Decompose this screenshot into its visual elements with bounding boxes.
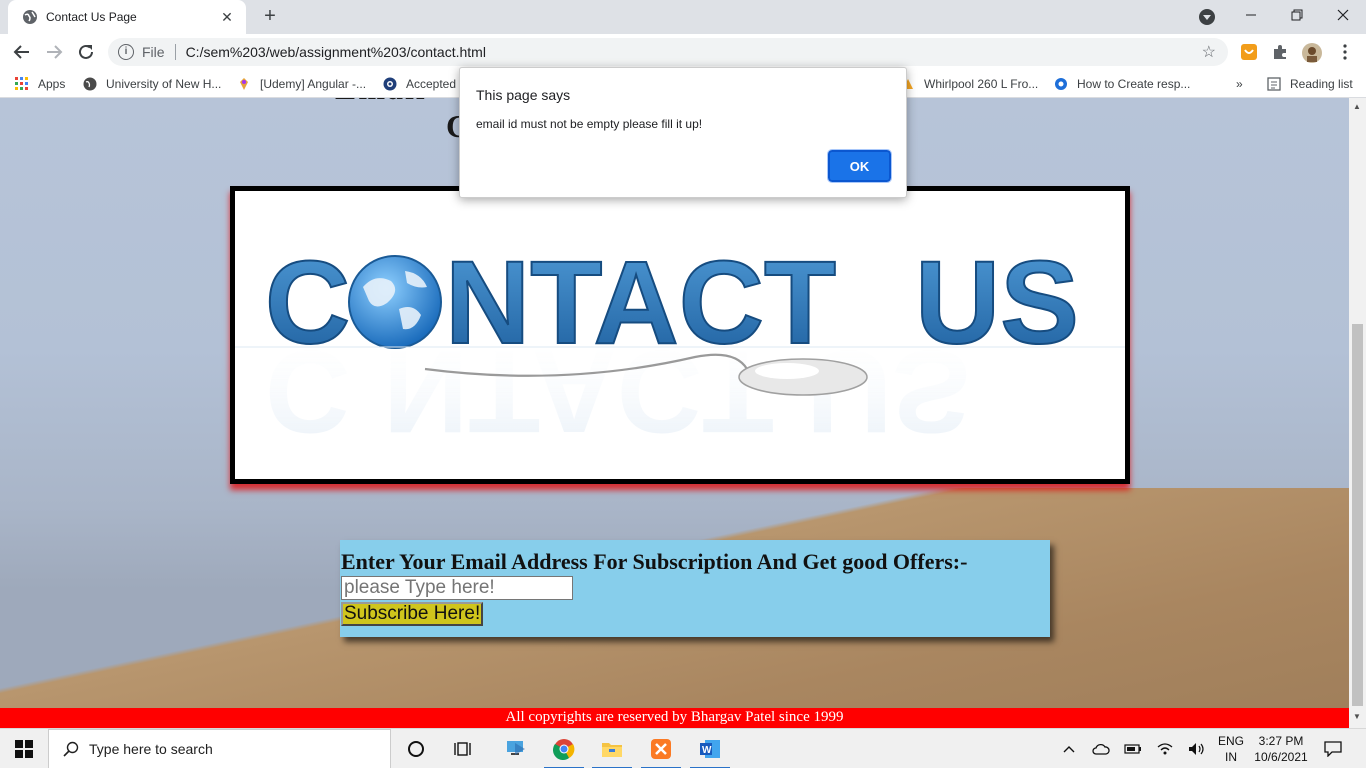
onedrive-icon[interactable] bbox=[1090, 729, 1112, 768]
minimize-button[interactable] bbox=[1237, 4, 1265, 28]
forward-arrow-icon[interactable] bbox=[42, 40, 66, 64]
restore-button[interactable] bbox=[1283, 4, 1311, 28]
new-tab-button[interactable]: + bbox=[258, 5, 282, 29]
bookmark-label: [Udemy] Angular -... bbox=[260, 77, 367, 91]
clock-date: 10/6/2021 bbox=[1254, 750, 1308, 764]
tab-strip: Contact Us Page ✕ + bbox=[0, 0, 1366, 34]
battery-icon[interactable] bbox=[1122, 729, 1144, 768]
search-icon bbox=[63, 741, 79, 757]
contact-us-banner: C NTACT US C NTACT US bbox=[230, 186, 1130, 484]
language-top: ENG bbox=[1217, 734, 1244, 748]
close-tab-icon[interactable]: ✕ bbox=[218, 9, 236, 26]
wifi-icon[interactable] bbox=[1154, 729, 1176, 768]
chrome-menu-icon[interactable] bbox=[1336, 43, 1354, 61]
bookmark-whirlpool[interactable]: Whirlpool 260 L Fro... bbox=[900, 75, 1038, 93]
alert-dialog: This page says email id must not be empt… bbox=[459, 67, 907, 198]
taskbar-search-box[interactable]: Type here to search bbox=[48, 729, 391, 768]
globe-icon bbox=[348, 255, 442, 349]
tab-contact-us[interactable]: Contact Us Page ✕ bbox=[8, 0, 246, 34]
language-bottom: IN bbox=[1225, 750, 1237, 764]
dialog-title: This page says bbox=[476, 87, 571, 103]
xampp-icon[interactable] bbox=[637, 729, 685, 768]
back-arrow-icon[interactable] bbox=[10, 40, 34, 64]
bookmark-university[interactable]: University of New H... bbox=[82, 75, 221, 93]
reading-list-label: Reading list bbox=[1290, 77, 1353, 91]
bookmarks-overflow-button[interactable]: » bbox=[1236, 75, 1243, 93]
reload-icon[interactable] bbox=[74, 40, 98, 64]
bookmark-label: University of New H... bbox=[106, 77, 222, 91]
globe-icon bbox=[22, 9, 38, 25]
reading-list-icon bbox=[1266, 76, 1282, 92]
clock[interactable]: 3:27 PM 10/6/2021 bbox=[1252, 733, 1310, 765]
url-scheme: File bbox=[142, 44, 165, 60]
mouse-highlight bbox=[755, 363, 819, 379]
subscribe-button[interactable]: Subscribe Here! bbox=[341, 602, 484, 626]
windows-taskbar: Type here to search W ENG IN 3:27 PM 10/ bbox=[0, 728, 1366, 768]
svg-text:W: W bbox=[702, 745, 712, 756]
url-text[interactable]: C:/sem%203/web/assignment%203/contact.ht… bbox=[186, 44, 1202, 60]
dialog-ok-button[interactable]: OK bbox=[827, 149, 892, 183]
apps-grid-icon bbox=[14, 76, 30, 92]
compass-icon bbox=[382, 76, 398, 92]
task-view-icon[interactable] bbox=[440, 729, 488, 768]
dialog-message: email id must not be empty please fill i… bbox=[476, 117, 703, 131]
notification-icon[interactable] bbox=[1318, 729, 1348, 768]
bookmark-star-icon[interactable]: ☆ bbox=[1202, 42, 1216, 62]
bookmark-udemy-angular[interactable]: [Udemy] Angular -... bbox=[236, 75, 366, 93]
banner-letters-ntact: NTACT bbox=[445, 237, 836, 369]
info-icon[interactable]: i bbox=[118, 44, 134, 60]
scroll-thumb[interactable] bbox=[1352, 324, 1363, 706]
taskbar-search-placeholder: Type here to search bbox=[89, 741, 213, 757]
banner-letters-us: US bbox=[915, 237, 1079, 369]
browser-toolbar: i File C:/sem%203/web/assignment%203/con… bbox=[0, 34, 1366, 70]
volume-icon[interactable] bbox=[1186, 729, 1208, 768]
subscription-box: Enter Your Email Address For Subscriptio… bbox=[340, 540, 1050, 637]
desktop-app-icon[interactable] bbox=[492, 729, 540, 768]
edge-blue-icon bbox=[1053, 76, 1069, 92]
tab-title: Contact Us Page bbox=[46, 10, 137, 24]
chrome-taskbar-icon[interactable] bbox=[540, 729, 588, 768]
file-explorer-icon[interactable] bbox=[588, 729, 636, 768]
extensions-puzzle-icon[interactable] bbox=[1271, 43, 1289, 61]
address-bar[interactable]: i File C:/sem%203/web/assignment%203/con… bbox=[108, 38, 1228, 66]
tray-chevron-up-icon[interactable] bbox=[1058, 729, 1080, 768]
globe-icon bbox=[82, 76, 98, 92]
bookmark-accepted[interactable]: Accepted bbox=[382, 75, 456, 93]
windows-logo-icon bbox=[15, 740, 33, 758]
extension-orange-icon[interactable] bbox=[1240, 43, 1258, 61]
cortana-icon[interactable] bbox=[392, 729, 440, 768]
page-scrollbar[interactable]: ▲ ▼ bbox=[1349, 98, 1366, 728]
close-window-button[interactable] bbox=[1329, 4, 1357, 28]
email-input[interactable] bbox=[341, 576, 573, 600]
profile-avatar[interactable] bbox=[1302, 43, 1322, 63]
bookmark-apps[interactable]: Apps bbox=[14, 75, 65, 93]
tab-search-icon[interactable] bbox=[1199, 9, 1215, 25]
bookmark-label: Apps bbox=[38, 77, 66, 91]
scroll-down-arrow-icon[interactable]: ▼ bbox=[1353, 712, 1361, 721]
page-heading-fragment-top: Email bbox=[335, 98, 455, 104]
start-button[interactable] bbox=[0, 729, 48, 768]
bookmark-label: Accepted bbox=[406, 77, 457, 91]
language-indicator[interactable]: ENG IN bbox=[1214, 733, 1248, 765]
udemy-icon bbox=[236, 76, 252, 92]
clock-time: 3:27 PM bbox=[1258, 734, 1304, 748]
banner-letter-c: C bbox=[265, 237, 350, 369]
subscription-heading: Enter Your Email Address For Subscriptio… bbox=[341, 549, 968, 574]
reading-list-button[interactable]: Reading list bbox=[1266, 75, 1353, 93]
contact-us-banner-art: C NTACT US C NTACT US bbox=[235, 236, 1125, 457]
url-separator bbox=[174, 44, 176, 60]
bookmark-label: How to Create resp... bbox=[1077, 77, 1191, 91]
word-icon[interactable]: W bbox=[686, 729, 734, 768]
bookmark-how-to-create[interactable]: How to Create resp... bbox=[1053, 75, 1190, 93]
bookmark-label: Whirlpool 260 L Fro... bbox=[924, 77, 1039, 91]
scroll-up-arrow-icon[interactable]: ▲ bbox=[1353, 102, 1361, 111]
page-footer: All copyrights are reserved by Bhargav P… bbox=[0, 708, 1349, 728]
